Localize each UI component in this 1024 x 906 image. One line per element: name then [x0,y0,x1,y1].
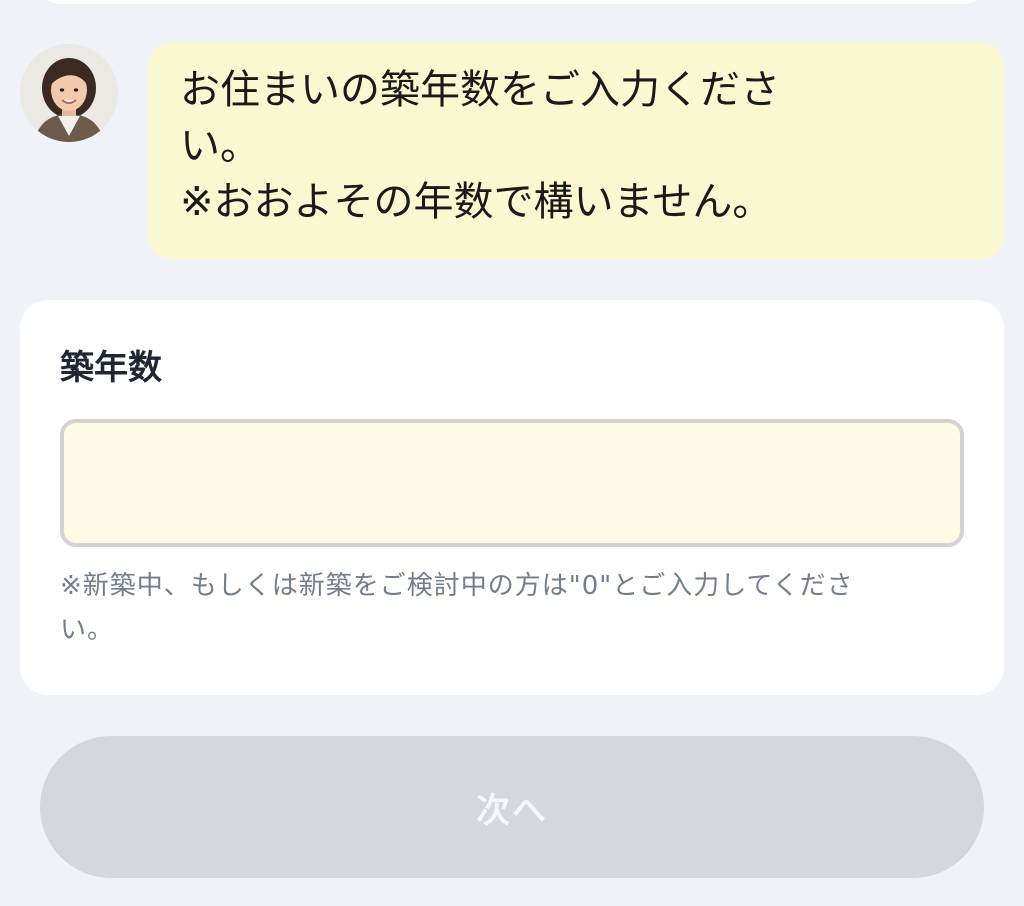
next-button[interactable]: 次へ [40,736,984,878]
previous-card-edge [38,0,986,4]
chat-message-bubble: お住まいの築年数をご入力くださ い。 ※おおよその年数で構いません。 [148,42,1004,260]
building-age-form-card: 築年数 ※新築中、もしくは新築をご検討中の方は"0"とご入力してくださ い。 [20,300,1004,695]
building-age-input[interactable] [60,419,964,547]
operator-avatar [20,44,118,142]
input-note: ※新築中、もしくは新築をご検討中の方は"0"とご入力してくださ い。 [60,564,960,652]
chat-message-line: お住まいの築年数をご入力くださ [180,67,780,113]
input-note-line: ※新築中、もしくは新築をご検討中の方は"0"とご入力してくださ [60,571,854,601]
chat-message-line: ※おおよその年数で構いません。 [180,179,773,225]
chat-message-line: い。 [180,123,260,169]
building-age-label: 築年数 [60,348,162,388]
person-photo-icon [20,44,118,142]
input-note-line: い。 [60,615,115,645]
